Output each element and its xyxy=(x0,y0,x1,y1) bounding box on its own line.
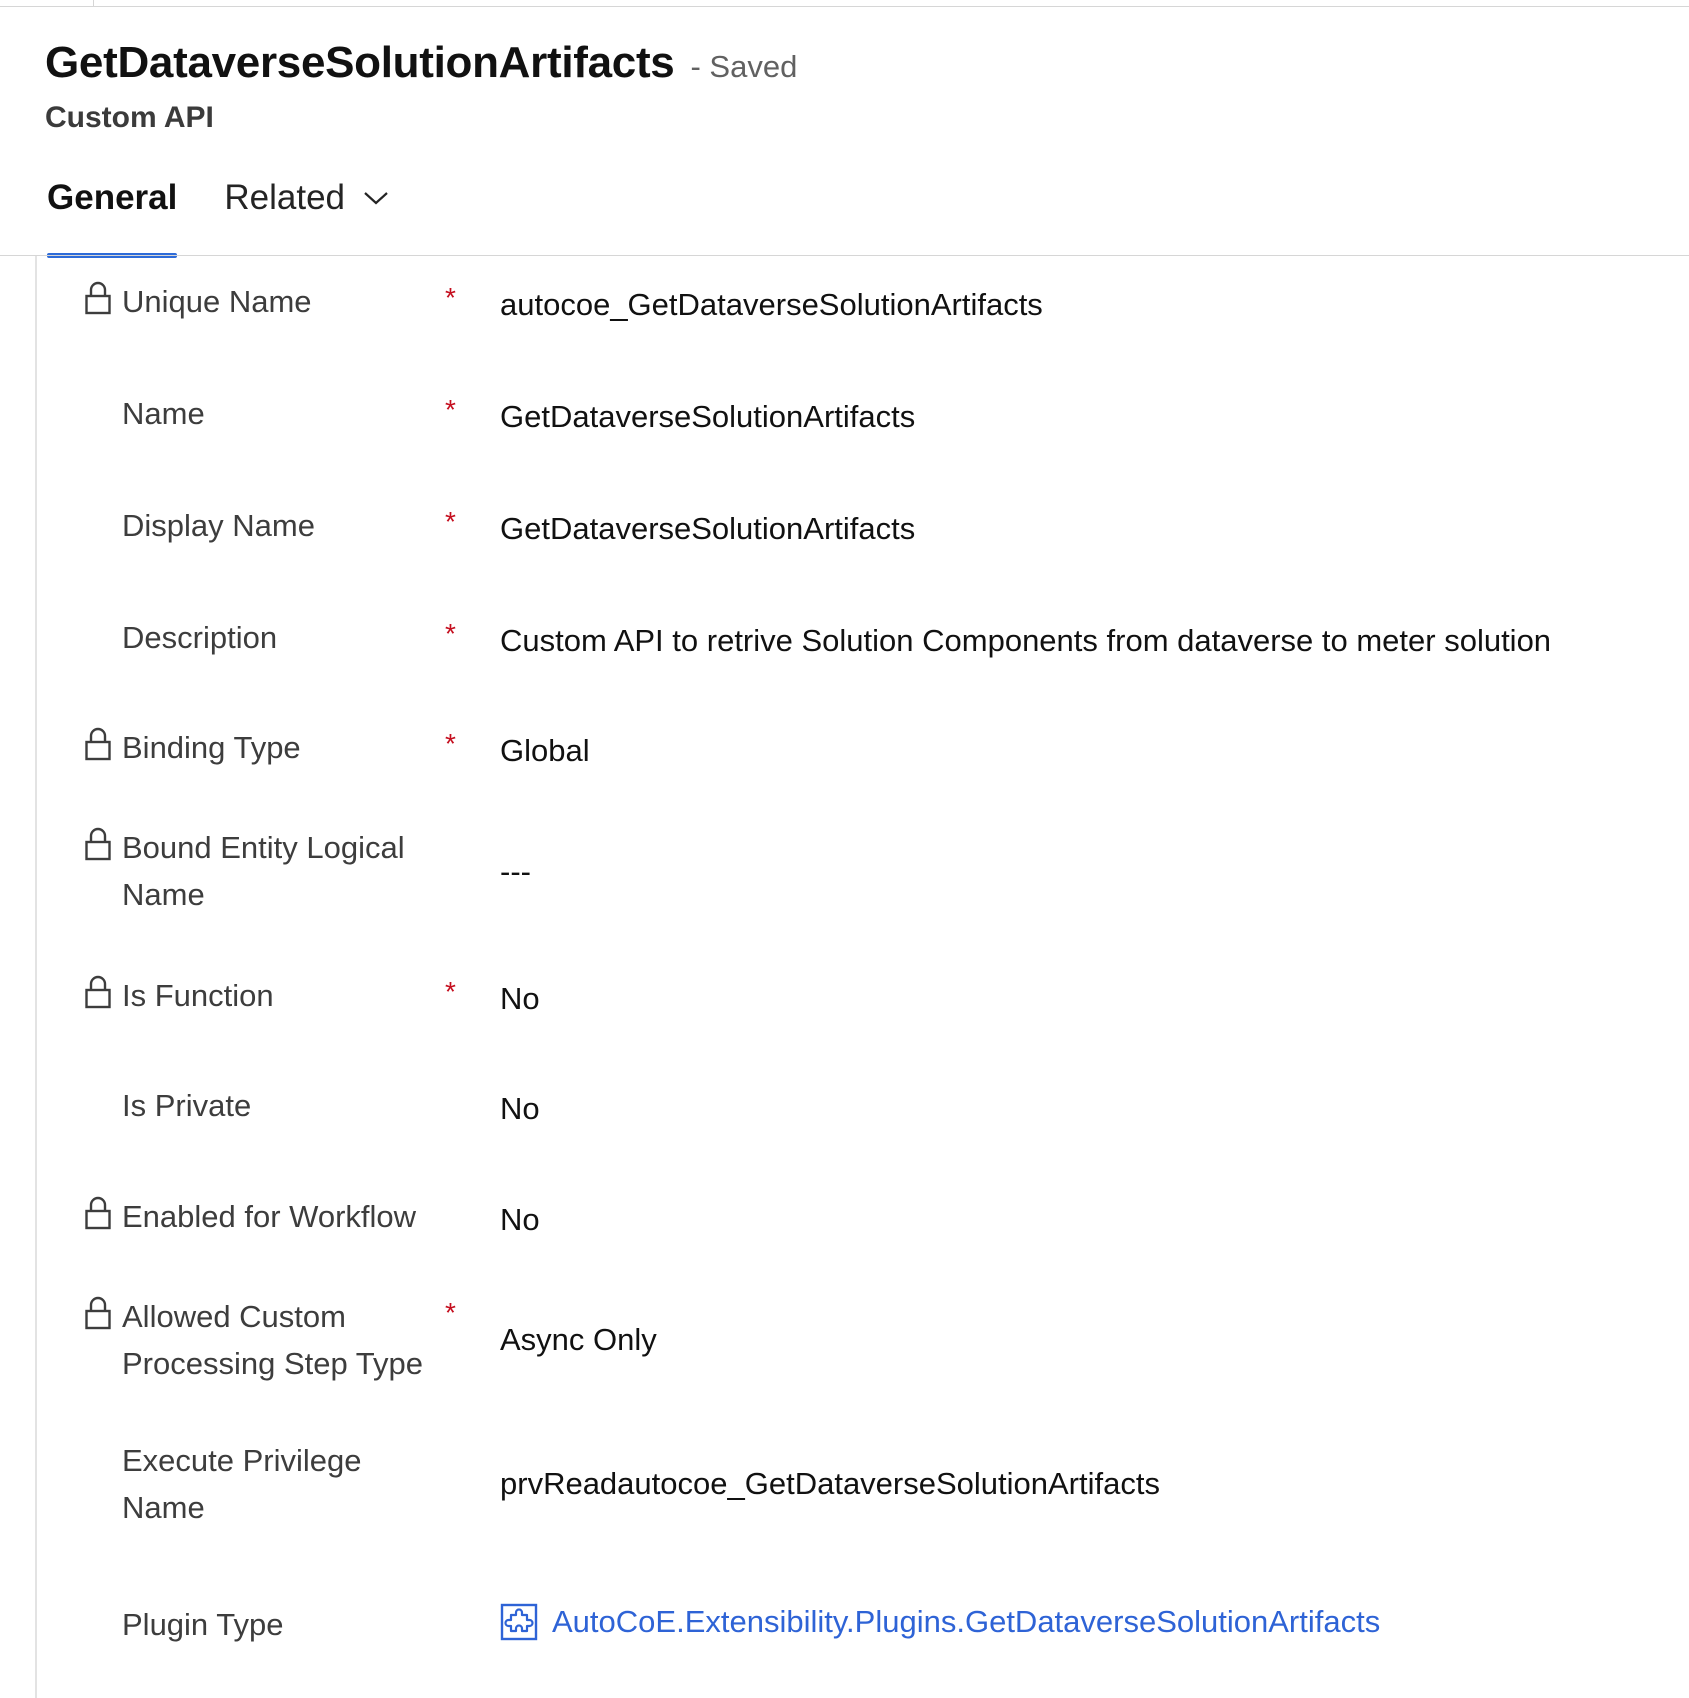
required-indicator: * xyxy=(445,976,456,1007)
tab-related-label: Related xyxy=(224,178,345,217)
save-status: - Saved xyxy=(690,49,798,84)
field-enabled-for-workflow: Enabled for Workflow No xyxy=(37,1193,1677,1283)
lock-icon xyxy=(85,1296,111,1330)
field-allowed-custom-processing-step-type: Allowed Custom Processing Step Type * As… xyxy=(37,1293,1677,1413)
enabled-for-workflow-value[interactable]: No xyxy=(500,1202,540,1238)
top-bar-divider xyxy=(93,0,94,6)
required-indicator: * xyxy=(445,506,456,537)
field-label: Allowed Custom Processing Step Type xyxy=(122,1299,423,1381)
field-label: Is Private xyxy=(122,1088,252,1123)
field-execute-privilege-name: Execute Privilege Name prvReadautocoe_Ge… xyxy=(37,1437,1677,1557)
field-description: Description * Custom API to retrive Solu… xyxy=(37,614,1677,704)
field-unique-name: Unique Name * autocoe_GetDataverseSoluti… xyxy=(37,278,1677,368)
allowed-custom-processing-step-type-value[interactable]: Async Only xyxy=(500,1322,657,1358)
plugin-type-value: AutoCoE.Extensibility.Plugins.GetDataver… xyxy=(552,1604,1381,1639)
field-display-name: Display Name * GetDataverseSolutionArtif… xyxy=(37,502,1677,592)
field-label: Bound Entity Logical Name xyxy=(122,830,405,912)
field-is-private: Is Private No xyxy=(37,1082,1677,1172)
field-plugin-type: Plugin Type AutoCoE.Extensibility.Plugin… xyxy=(37,1601,1677,1681)
required-indicator: * xyxy=(445,1297,456,1328)
is-private-value[interactable]: No xyxy=(500,1091,540,1127)
required-indicator: * xyxy=(445,394,456,425)
field-bound-entity-logical-name: Bound Entity Logical Name --- xyxy=(37,824,1677,944)
field-label: Execute Privilege Name xyxy=(122,1443,362,1525)
tab-related[interactable]: Related xyxy=(224,178,389,256)
name-value[interactable]: GetDataverseSolutionArtifacts xyxy=(500,399,915,435)
lock-icon xyxy=(85,281,111,315)
lock-icon xyxy=(85,1196,111,1230)
lock-icon xyxy=(85,727,111,761)
bound-entity-logical-name-value[interactable]: --- xyxy=(500,854,531,890)
tab-list: General Related xyxy=(47,178,389,258)
required-indicator: * xyxy=(445,618,456,649)
field-label: Is Function xyxy=(122,978,274,1013)
field-name: Name * GetDataverseSolutionArtifacts xyxy=(37,390,1677,480)
field-binding-type: Binding Type * Global xyxy=(37,724,1677,814)
field-is-function: Is Function * No xyxy=(37,972,1677,1062)
field-label: Description xyxy=(122,620,278,655)
lock-icon xyxy=(85,975,111,1009)
is-function-value[interactable]: No xyxy=(500,981,540,1017)
tab-general[interactable]: General xyxy=(47,178,178,258)
execute-privilege-name-value[interactable]: prvReadautocoe_GetDataverseSolutionArtif… xyxy=(500,1466,1160,1502)
field-label: Plugin Type xyxy=(122,1607,284,1642)
lock-icon xyxy=(85,827,111,861)
general-form-section: Unique Name * autocoe_GetDataverseSoluti… xyxy=(35,256,1689,1698)
display-name-value[interactable]: GetDataverseSolutionArtifacts xyxy=(500,511,915,547)
field-label: Enabled for Workflow xyxy=(122,1199,417,1234)
record-header: GetDataverseSolutionArtifacts - Saved xyxy=(45,38,797,88)
top-bar xyxy=(0,0,1689,7)
plugin-type-icon xyxy=(500,1603,538,1641)
required-indicator: * xyxy=(445,728,456,759)
unique-name-value[interactable]: autocoe_GetDataverseSolutionArtifacts xyxy=(500,287,1043,323)
description-value[interactable]: Custom API to retrive Solution Component… xyxy=(500,623,1551,659)
tab-general-label: General xyxy=(47,178,178,217)
field-label: Unique Name xyxy=(122,284,312,319)
plugin-type-link[interactable]: AutoCoE.Extensibility.Plugins.GetDataver… xyxy=(500,1603,1380,1641)
binding-type-value[interactable]: Global xyxy=(500,733,590,769)
field-label: Binding Type xyxy=(122,730,301,765)
field-label: Name xyxy=(122,396,205,431)
required-indicator: * xyxy=(445,282,456,313)
chevron-down-icon xyxy=(364,192,388,205)
record-title: GetDataverseSolutionArtifacts xyxy=(45,38,675,87)
field-label: Display Name xyxy=(122,508,315,543)
entity-type-label: Custom API xyxy=(45,101,214,134)
